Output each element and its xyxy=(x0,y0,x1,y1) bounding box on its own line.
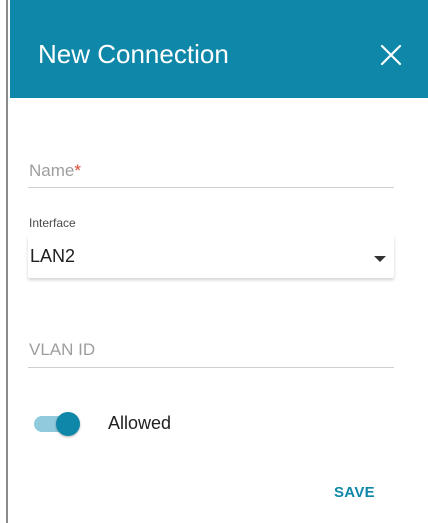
vlan-id-field[interactable]: VLAN ID xyxy=(28,330,394,368)
interface-selected-value: LAN2 xyxy=(30,246,76,266)
page: New Connection Name* Interface LAN2 VLAN… xyxy=(0,0,428,523)
dialog-header: New Connection xyxy=(10,0,428,98)
window-edge xyxy=(0,0,8,523)
required-mark: * xyxy=(74,161,81,180)
close-icon xyxy=(380,44,402,66)
interface-label: Interface xyxy=(29,216,76,230)
save-button[interactable]: SAVE xyxy=(334,484,375,501)
allowed-toggle[interactable] xyxy=(34,412,90,436)
toggle-knob xyxy=(56,412,80,436)
vlan-id-underline xyxy=(28,367,394,368)
caret-down-icon xyxy=(374,256,386,262)
name-field[interactable]: Name* xyxy=(28,150,394,188)
allowed-toggle-label: Allowed xyxy=(108,413,172,433)
dialog-title: New Connection xyxy=(38,39,229,69)
name-field-underline xyxy=(28,187,394,188)
name-field-label: Name* xyxy=(29,161,81,181)
interface-select[interactable]: LAN2 xyxy=(28,236,394,278)
vlan-id-label: VLAN ID xyxy=(29,340,96,359)
close-button[interactable] xyxy=(376,40,406,70)
name-label-text: Name xyxy=(29,161,75,180)
